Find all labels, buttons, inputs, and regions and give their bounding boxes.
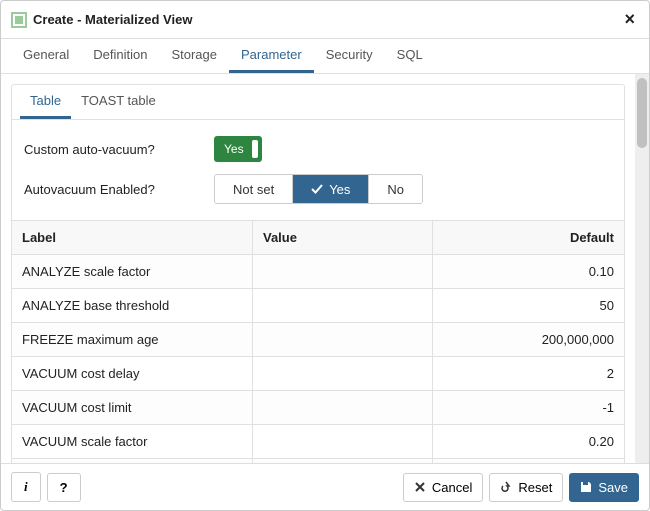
tab-general[interactable]: General <box>11 39 81 73</box>
help-button[interactable]: ? <box>47 473 81 502</box>
toggle-value: Yes <box>224 142 244 156</box>
reset-label: Reset <box>518 480 552 495</box>
info-icon: i <box>24 479 28 495</box>
table-row[interactable]: VACUUM scale factor0.20 <box>12 424 624 458</box>
tab-security[interactable]: Security <box>314 39 385 73</box>
close-icon[interactable]: × <box>620 9 639 30</box>
seg-not-set[interactable]: Not set <box>215 175 292 203</box>
cancel-label: Cancel <box>432 480 472 495</box>
scrollbar[interactable] <box>635 74 649 463</box>
grid-header: Label Value Default <box>12 220 624 254</box>
save-label: Save <box>598 480 628 495</box>
autovacuum-enabled-label: Autovacuum Enabled? <box>24 182 214 197</box>
save-icon <box>580 481 592 493</box>
info-button[interactable]: i <box>11 472 41 502</box>
table-row[interactable]: ANALYZE base threshold50 <box>12 288 624 322</box>
sub-tabs: Table TOAST table <box>12 85 624 120</box>
toggle-knob-icon <box>252 140 258 158</box>
cancel-button[interactable]: Cancel <box>403 473 483 502</box>
tab-parameter[interactable]: Parameter <box>229 39 314 73</box>
check-icon <box>311 183 323 195</box>
col-label: Label <box>12 221 252 254</box>
save-button[interactable]: Save <box>569 473 639 502</box>
tab-sql[interactable]: SQL <box>385 39 435 73</box>
sub-tab-toast[interactable]: TOAST table <box>71 85 166 119</box>
close-icon <box>414 481 426 493</box>
help-icon: ? <box>60 480 68 495</box>
custom-auto-vacuum-label: Custom auto-vacuum? <box>24 142 214 157</box>
tab-storage[interactable]: Storage <box>159 39 229 73</box>
main-tabs: General Definition Storage Parameter Sec… <box>1 39 649 74</box>
recycle-icon <box>500 481 512 493</box>
sub-tab-table[interactable]: Table <box>20 85 71 119</box>
table-row[interactable]: FREEZE maximum age200,000,000 <box>12 322 624 356</box>
col-default: Default <box>432 221 624 254</box>
table-row[interactable]: VACUUM cost limit-1 <box>12 390 624 424</box>
footer: i ? Cancel Reset Save <box>1 463 649 510</box>
titlebar: Create - Materialized View × <box>1 1 649 39</box>
col-value: Value <box>252 221 432 254</box>
table-row[interactable]: VACUUM cost delay2 <box>12 356 624 390</box>
app-logo-icon <box>11 12 27 28</box>
custom-auto-vacuum-toggle[interactable]: Yes <box>214 136 262 162</box>
content-area: Table TOAST table Custom auto-vacuum? Ye… <box>1 74 635 463</box>
reset-button[interactable]: Reset <box>489 473 563 502</box>
seg-yes-label: Yes <box>329 182 350 197</box>
grid-body: ANALYZE scale factor0.10 ANALYZE base th… <box>12 254 624 463</box>
table-row[interactable]: ANALYZE scale factor0.10 <box>12 254 624 288</box>
tab-definition[interactable]: Definition <box>81 39 159 73</box>
autovacuum-enabled-group: Not set Yes No <box>214 174 423 204</box>
dialog-title: Create - Materialized View <box>33 12 620 27</box>
dialog: Create - Materialized View × General Def… <box>0 0 650 511</box>
seg-yes[interactable]: Yes <box>292 175 368 203</box>
scrollbar-thumb[interactable] <box>637 78 647 148</box>
seg-no[interactable]: No <box>368 175 422 203</box>
